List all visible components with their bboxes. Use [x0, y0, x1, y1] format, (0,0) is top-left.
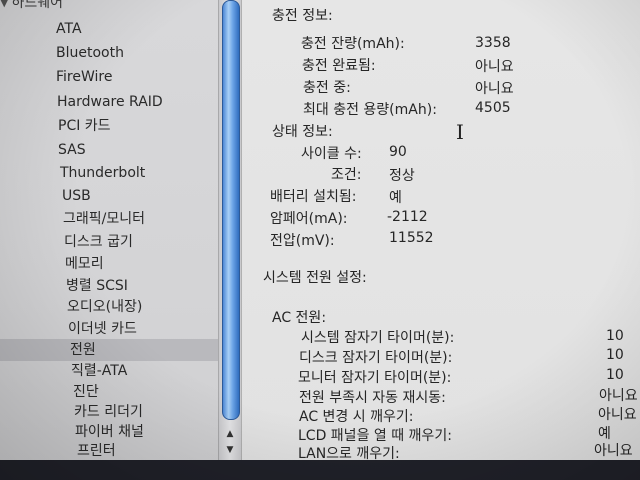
sidebar-scrollbar[interactable]: ▲ ▼ — [218, 0, 241, 462]
sidebar-item-label: ATA — [56, 21, 82, 37]
cycle-count-label: 사이클 수: — [301, 146, 362, 162]
sidebar-item-firewire[interactable]: FireWire — [0, 66, 218, 88]
sidebar-item-printers[interactable]: 프린터 — [0, 440, 218, 462]
sidebar-item-usb[interactable]: USB — [0, 185, 218, 207]
disk-sleep-timer-label: 디스크 잠자기 타이머(분): — [299, 350, 453, 366]
charging-label: 충전 중: — [303, 80, 351, 96]
system-power-settings-title: 시스템 전원 설정: — [263, 270, 367, 286]
sidebar-item-sas[interactable]: SAS — [0, 139, 218, 161]
fully-charged-label: 충전 완료됨: — [302, 58, 376, 74]
amperage-label: 암페어(mA): — [270, 211, 348, 227]
battery-installed-value: 예 — [389, 190, 402, 206]
voltage-label: 전압(mV): — [270, 233, 335, 249]
sidebar-item-label: SAS — [58, 142, 86, 158]
sidebar-item-power[interactable]: 전원 — [0, 339, 218, 361]
sidebar-item-label: 진단 — [73, 384, 99, 400]
sidebar-item-memory[interactable]: 메모리 — [0, 253, 218, 275]
sidebar-item-label: FireWire — [56, 69, 113, 85]
sidebar-header-hardware[interactable]: ▼ 하드웨어 — [0, 0, 63, 12]
scrollbar-thumb[interactable] — [222, 0, 240, 420]
auto-restart-on-power-loss-label: 전원 부족시 자동 재시동: — [299, 390, 446, 406]
system-sleep-timer-value: 10 — [606, 328, 624, 344]
sidebar-item-audio[interactable]: 오디오(내장) — [0, 296, 218, 318]
condition-label: 조건: — [331, 167, 362, 183]
display-sleep-timer-label: 모니터 잠자기 타이머(분): — [298, 370, 452, 386]
sidebar-item-ethernet-cards[interactable]: 이더넷 카드 — [0, 318, 218, 340]
sidebar-item-label: 오디오(내장) — [67, 299, 143, 315]
sidebar-item-label: 그래픽/모니터 — [63, 211, 145, 227]
sidebar-item-serial-ata[interactable]: 직렬-ATA — [0, 360, 218, 382]
sidebar-item-label: PCI 카드 — [58, 118, 111, 134]
system-information-window: ▼ 하드웨어 ATA Bluetooth FireWire Hardware R… — [0, 0, 640, 480]
sidebar-item-label: 프린터 — [77, 443, 116, 459]
charging-value: 아니요 — [475, 81, 514, 97]
sidebar-item-label: 메모리 — [65, 256, 104, 272]
sidebar-item-card-reader[interactable]: 카드 리더기 — [0, 401, 218, 423]
sidebar-item-label: 이더넷 카드 — [68, 321, 137, 337]
scroll-up-arrow-icon[interactable]: ▲ — [219, 426, 241, 442]
charge-remaining-value: 3358 — [475, 35, 511, 51]
sidebar-item-label: Thunderbolt — [60, 165, 146, 181]
sidebar-item-label: 카드 리더기 — [74, 404, 143, 420]
display-sleep-timer-value: 10 — [606, 367, 624, 383]
sidebar-item-thunderbolt[interactable]: Thunderbolt — [0, 162, 218, 184]
wake-on-lid-open-label: LCD 패널을 열 때 깨우기: — [298, 428, 452, 444]
sidebar-item-label: 디스크 굽기 — [64, 234, 133, 250]
voltage-value: 11552 — [389, 230, 434, 246]
screen-bottom-edge — [0, 460, 640, 480]
disclosure-triangle-icon[interactable]: ▼ — [0, 0, 8, 9]
wake-on-ac-change-label: AC 변경 시 깨우기: — [299, 409, 414, 425]
wake-on-lan-value: 아니요 — [594, 443, 633, 459]
full-charge-capacity-label: 최대 충전 용량(mAh): — [303, 102, 437, 118]
auto-restart-on-power-loss-value: 아니요 — [599, 388, 638, 404]
sidebar-item-label: 직렬-ATA — [71, 363, 128, 379]
sidebar-item-label: Hardware RAID — [57, 94, 163, 110]
sidebar-item-label: 병렬 SCSI — [66, 278, 128, 294]
disk-sleep-timer-value: 10 — [606, 347, 624, 363]
sidebar-item-label: 전원 — [70, 342, 96, 358]
sidebar-item-hardware-raid[interactable]: Hardware RAID — [0, 91, 218, 113]
sidebar-item-label: Bluetooth — [56, 45, 124, 61]
condition-value: 정상 — [389, 168, 415, 184]
wake-on-ac-change-value: 아니요 — [598, 407, 637, 423]
scroll-down-arrow-icon[interactable]: ▼ — [219, 442, 241, 458]
system-sleep-timer-label: 시스템 잠자기 타이머(분): — [301, 330, 455, 346]
sidebar-item-diagnostics[interactable]: 진단 — [0, 381, 218, 403]
charge-info-title: 충전 정보: — [272, 8, 333, 24]
full-charge-capacity-value: 4505 — [475, 100, 511, 116]
sidebar-item-parallel-scsi[interactable]: 병렬 SCSI — [0, 275, 218, 297]
i-beam-cursor-icon: I — [456, 120, 464, 144]
sidebar-item-label: USB — [62, 188, 91, 204]
battery-installed-label: 배터리 설치됨: — [270, 189, 357, 205]
sidebar-item-disc-burning[interactable]: 디스크 굽기 — [0, 231, 218, 253]
sidebar-item-bluetooth[interactable]: Bluetooth — [0, 42, 218, 64]
charge-remaining-label: 충전 잔량(mAh): — [301, 36, 405, 52]
ac-power-title: AC 전원: — [272, 310, 327, 326]
sidebar-header-label: 하드웨어 — [11, 0, 63, 11]
amperage-value: -2112 — [387, 209, 428, 225]
sidebar: ▼ 하드웨어 ATA Bluetooth FireWire Hardware R… — [0, 0, 218, 480]
health-info-title: 상태 정보: — [272, 124, 333, 140]
sidebar-item-ata[interactable]: ATA — [0, 18, 218, 40]
sidebar-item-pci-card[interactable]: PCI 카드 — [0, 115, 218, 137]
cycle-count-value: 90 — [389, 144, 407, 160]
sidebar-item-graphics-displays[interactable]: 그래픽/모니터 — [0, 208, 218, 230]
fully-charged-value: 아니요 — [475, 59, 514, 75]
